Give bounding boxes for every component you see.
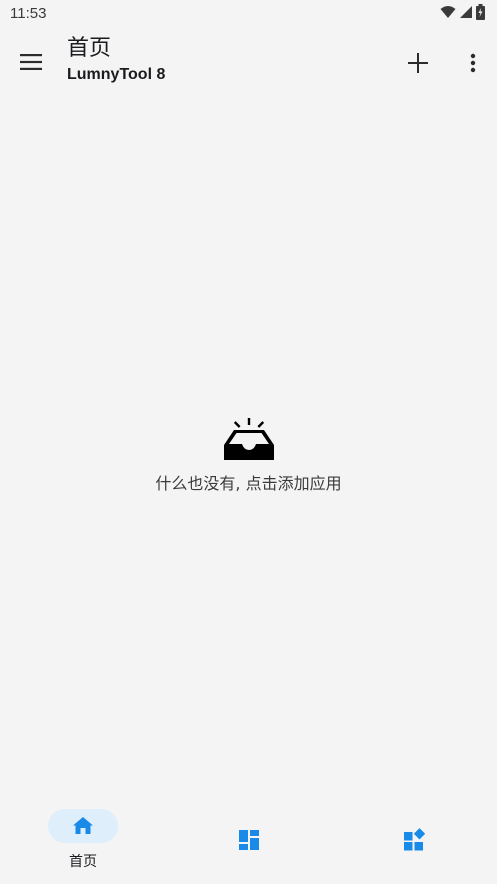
nav-item-dashboard[interactable] — [214, 809, 284, 875]
empty-inbox-icon — [223, 418, 274, 460]
status-time: 11:53 — [10, 5, 47, 22]
wifi-icon — [440, 6, 456, 18]
status-icons — [440, 4, 485, 20]
empty-message: 什么也没有, 点击添加应用 — [155, 474, 342, 493]
widgets-icon — [404, 828, 426, 851]
app-bar: 首页 LumnyTool 8 — [0, 28, 497, 98]
status-bar: 11:53 — [0, 0, 497, 28]
add-button[interactable] — [402, 47, 434, 79]
menu-icon — [20, 54, 42, 70]
home-icon — [73, 817, 93, 834]
nav-label-home: 首页 — [69, 854, 97, 870]
menu-button[interactable] — [14, 48, 48, 76]
plus-icon — [408, 53, 428, 73]
nav-item-home[interactable]: 首页 — [48, 809, 118, 875]
more-vert-icon — [470, 53, 476, 73]
more-options-button[interactable] — [458, 47, 488, 79]
dashboard-icon — [239, 830, 259, 850]
nav-item-widgets[interactable] — [379, 809, 449, 875]
page-subtitle: LumnyTool 8 — [67, 66, 166, 83]
bottom-navigation: 首页 — [0, 800, 497, 884]
page-title: 首页 — [67, 36, 112, 61]
signal-icon — [460, 6, 472, 18]
empty-state: 什么也没有, 点击添加应用 — [0, 418, 497, 494]
battery-charging-icon — [476, 4, 485, 20]
title-block: 首页 LumnyTool 8 — [67, 35, 165, 85]
